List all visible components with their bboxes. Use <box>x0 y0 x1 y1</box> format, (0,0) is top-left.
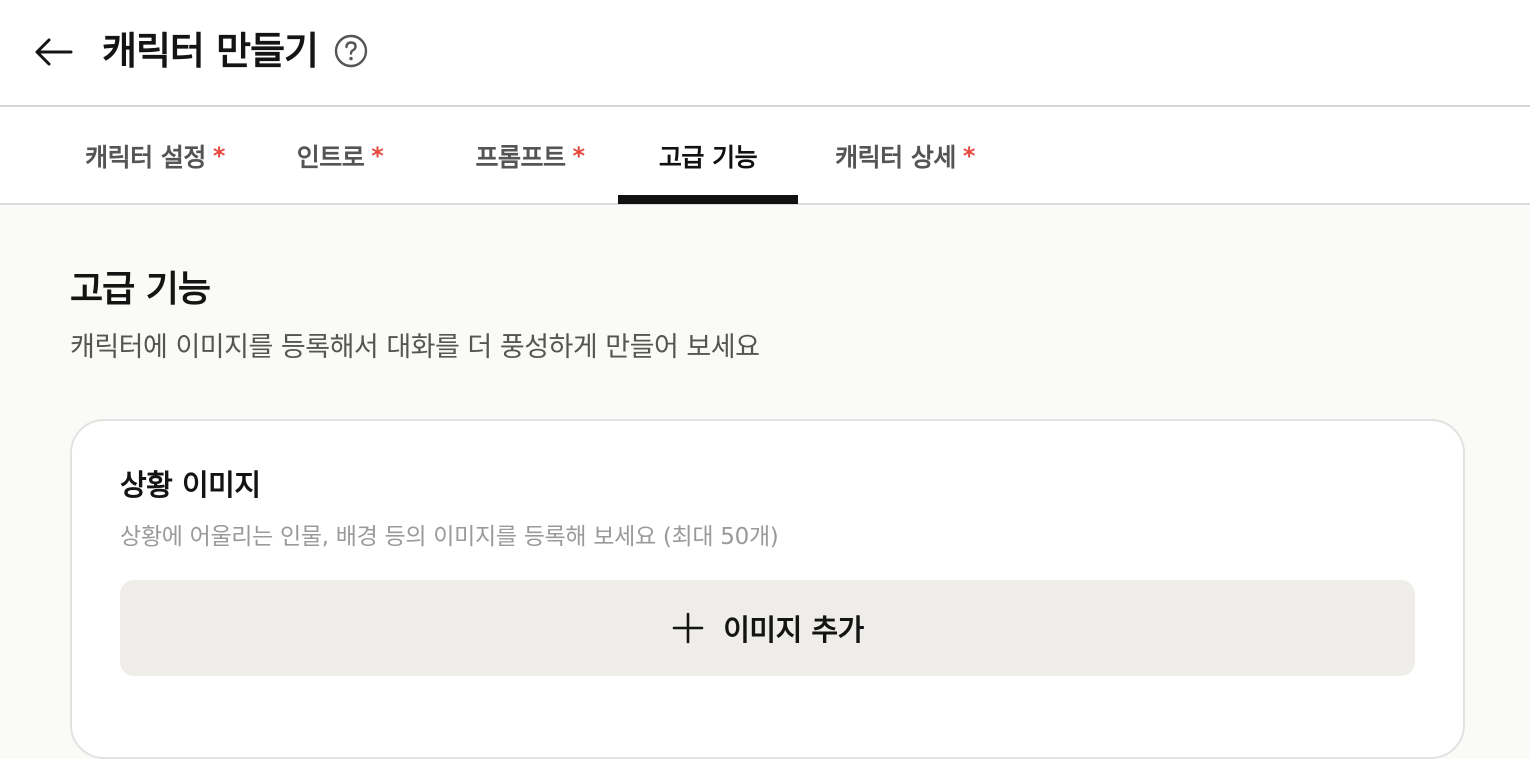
card-title: 상황 이미지 <box>120 468 261 502</box>
required-mark: * <box>371 142 384 170</box>
tab-label: 프롬프트 <box>475 143 566 172</box>
help-button[interactable] <box>334 34 368 68</box>
tab-advanced-features[interactable]: 고급 기능 <box>618 107 798 205</box>
section-title: 고급 기능 <box>70 269 211 310</box>
card-description: 상황에 어울리는 인물, 배경 등의 이미지를 등록해 보세요 (최대 50개) <box>120 524 779 550</box>
tab-character-settings[interactable]: 캐릭터 설정 * <box>70 107 240 205</box>
tab-intro[interactable]: 인트로 * <box>270 107 410 205</box>
back-button[interactable] <box>30 31 76 73</box>
required-mark: * <box>572 142 585 170</box>
situation-image-card: 상황 이미지 상황에 어울리는 인물, 배경 등의 이미지를 등록해 보세요 (… <box>70 419 1465 759</box>
section-description: 캐릭터에 이미지를 등록해서 대화를 더 풍성하게 만들어 보세요 <box>70 332 760 363</box>
tab-bar: 캐릭터 설정 * 인트로 * 프롬프트 * 고급 기능 캐릭터 상세 * <box>0 107 1530 205</box>
add-image-label: 이미지 추가 <box>723 613 864 647</box>
active-tab-indicator <box>618 195 798 204</box>
tab-label: 캐릭터 상세 <box>835 143 956 172</box>
tab-label: 캐릭터 설정 <box>85 143 206 172</box>
top-header: 캐릭터 만들기 <box>0 0 1530 107</box>
tab-prompt[interactable]: 프롬프트 * <box>450 107 610 205</box>
add-image-button[interactable]: 이미지 추가 <box>120 580 1415 676</box>
arrow-left-icon <box>35 38 73 66</box>
required-mark: * <box>962 142 976 170</box>
question-circle-icon <box>334 34 368 68</box>
required-mark: * <box>212 142 226 170</box>
tab-label: 인트로 <box>296 143 365 172</box>
page-title: 캐릭터 만들기 <box>102 29 319 73</box>
plus-icon <box>671 611 705 645</box>
tab-character-details[interactable]: 캐릭터 상세 * <box>815 107 995 205</box>
tab-label: 고급 기능 <box>658 143 758 172</box>
